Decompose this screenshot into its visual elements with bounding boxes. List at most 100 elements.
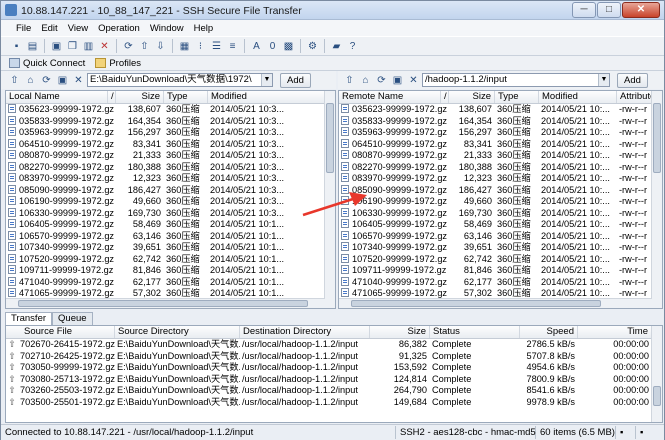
local-add-button[interactable]: Add — [280, 72, 311, 88]
col-size[interactable]: Size — [449, 91, 495, 103]
local-file-row[interactable]: 106190-99999-1972.gz 49,660 360压缩 2014/05/2… — [6, 196, 335, 208]
local-file-row[interactable]: 083970-99999-1972.gz 12,323 360压缩 2014/05/2… — [6, 173, 335, 185]
scroll-thumb[interactable] — [326, 103, 334, 173]
save-icon[interactable]: ▪ — [9, 39, 24, 54]
view-list-icon[interactable]: ☰ — [209, 39, 224, 54]
remote-file-row[interactable]: 083970-99999-1972.gz 12,323 360压缩 2014/05/2… — [339, 173, 662, 185]
remote-vertical-scrollbar[interactable] — [651, 91, 662, 308]
maximize-button[interactable]: □ — [597, 2, 621, 18]
col-type[interactable]: Type — [164, 91, 208, 103]
menu-edit[interactable]: Edit — [40, 23, 58, 34]
view-large-icon[interactable]: ▦ — [177, 39, 192, 54]
local-file-row[interactable]: 106330-99999-1972.gz 169,730 360压缩 2014/05/… — [6, 207, 335, 220]
binary-mode-icon[interactable]: 0 — [265, 39, 280, 54]
queue-row[interactable]: ⇧ 703500-25501-1972.gz E:\BaiduYunDownload… — [6, 397, 662, 409]
scroll-thumb[interactable] — [653, 103, 661, 173]
view-details-icon[interactable]: ≡ — [225, 39, 240, 54]
col-modified[interactable]: Modified — [208, 91, 325, 103]
remote-file-row[interactable]: 064510-99999-1972.gz 83,341 360压缩 2014/05/2… — [339, 138, 662, 151]
remote-add-button[interactable]: Add — [617, 72, 648, 88]
col-size[interactable]: Size — [116, 91, 164, 103]
local-horizontal-scrollbar[interactable] — [6, 298, 325, 308]
remote-file-row[interactable]: 106405-99999-1972.gz 58,469 360压缩 2014/05/2… — [339, 219, 662, 231]
remote-file-row[interactable]: 109711-99999-1972.gz 81,846 360压缩 2014/05/2… — [339, 265, 662, 277]
remote-file-row[interactable]: 035623-99999-1972.gz 138,607 360压缩 2014/05/… — [339, 104, 662, 116]
col-time[interactable]: Time — [578, 326, 652, 338]
queue-row[interactable]: ⇧ 702670-26415-1972.gz E:\BaiduYunDownload… — [6, 339, 662, 351]
local-path-input[interactable]: E:\BaiduYunDownload\天气数据\1972\ ▼ — [87, 73, 273, 87]
delete-icon[interactable]: ✕ — [97, 39, 112, 54]
scroll-thumb[interactable] — [351, 300, 601, 307]
remote-file-row[interactable]: 082270-99999-1972.gz 180,388 360压缩 2014/05/… — [339, 161, 662, 174]
menu-window[interactable]: Window — [149, 23, 185, 34]
local-file-row[interactable]: 106405-99999-1972.gz 58,469 360压缩 2014/05/2… — [6, 219, 335, 231]
col-remote-name[interactable]: Remote Name — [339, 91, 441, 103]
remote-file-row[interactable]: 106330-99999-1972.gz 169,730 360压缩 2014/05/… — [339, 207, 662, 220]
remote-file-row[interactable]: 035963-99999-1972.gz 156,297 360压缩 2014/05/… — [339, 127, 662, 139]
local-file-row[interactable]: 064510-99999-1972.gz 83,341 360压缩 2014/05/2… — [6, 138, 335, 151]
minimize-button[interactable]: ─ — [572, 2, 596, 18]
help-icon[interactable]: ? — [345, 39, 360, 54]
queue-row[interactable]: ⇧ 702710-26425-1972.gz E:\BaiduYunDownload… — [6, 351, 662, 363]
ascii-mode-icon[interactable]: A — [249, 39, 264, 54]
upload-icon[interactable]: ⇧ — [137, 39, 152, 54]
remote-file-row[interactable]: 471040-99999-1972.gz 62,177 360压缩 2014/05/2… — [339, 276, 662, 289]
local-file-row[interactable]: 035963-99999-1972.gz 156,297 360压缩 2014/05/… — [6, 127, 335, 139]
local-refresh-icon[interactable]: ⟳ — [39, 73, 54, 88]
remote-file-row[interactable]: 107520-99999-1972.gz 62,742 360压缩 2014/05/2… — [339, 253, 662, 266]
remote-file-pane[interactable]: Remote Name / Size Type Modified Attribu… — [338, 90, 663, 309]
local-file-row[interactable]: 035623-99999-1972.gz 138,607 360压缩 2014/05/… — [6, 104, 335, 116]
col-destination-directory[interactable]: Destination Directory — [240, 326, 370, 338]
col-sort-indicator[interactable]: / — [441, 91, 449, 103]
menu-operation[interactable]: Operation — [97, 23, 141, 34]
auto-mode-icon[interactable]: ▩ — [281, 39, 296, 54]
view-small-icon[interactable]: ⁝ — [193, 39, 208, 54]
local-file-row[interactable]: 035833-99999-1972.gz 164,354 360压缩 2014/05/… — [6, 115, 335, 128]
scroll-thumb[interactable] — [18, 300, 308, 307]
settings-icon[interactable]: ⚙ — [305, 39, 320, 54]
col-modified[interactable]: Modified — [539, 91, 617, 103]
copy-icon[interactable]: ❐ — [65, 39, 80, 54]
queue-row[interactable]: ⇧ 703080-25713-1972.gz E:\BaiduYunDownload… — [6, 374, 662, 386]
col-local-name[interactable]: Local Name — [6, 91, 108, 103]
local-up-icon[interactable]: ⇧ — [7, 73, 22, 88]
remote-path-input[interactable]: /hadoop-1.1.2/input ▼ — [422, 73, 610, 87]
remote-home-icon[interactable]: ⌂ — [358, 73, 373, 88]
remote-file-row[interactable]: 106570-99999-1972.gz 63,146 360压缩 2014/05/2… — [339, 230, 662, 243]
local-vertical-scrollbar[interactable] — [324, 91, 335, 308]
local-file-row[interactable]: 106570-99999-1972.gz 63,146 360压缩 2014/05/2… — [6, 230, 335, 243]
col-attribute[interactable]: Attribute — [617, 91, 653, 103]
terminal-icon[interactable]: ▰ — [329, 39, 344, 54]
remote-file-row[interactable]: 035833-99999-1972.gz 164,354 360压缩 2014/05/… — [339, 115, 662, 128]
refresh-icon[interactable]: ⟳ — [121, 39, 136, 54]
scroll-thumb[interactable] — [653, 386, 661, 406]
col-size[interactable]: Size — [370, 326, 430, 338]
chevron-down-icon[interactable]: ▼ — [261, 74, 272, 86]
local-file-pane[interactable]: Local Name / Size Type Modified 035623-9… — [5, 90, 336, 309]
queue-row[interactable]: ⇧ 703260-25503-1972.gz E:\BaiduYunDownload… — [6, 385, 662, 397]
remote-delete-icon[interactable]: ✕ — [406, 73, 421, 88]
menu-help[interactable]: Help — [193, 23, 215, 34]
col-sort-indicator[interactable]: / — [108, 91, 116, 103]
local-file-row[interactable]: 080870-99999-1972.gz 21,333 360压缩 2014/05/2… — [6, 150, 335, 162]
queue-row[interactable]: ⇧ 703050-99999-1972.gz E:\BaiduYunDownload… — [6, 362, 662, 374]
title-bar[interactable]: 10.88.147.221 - 10_88_147_221 - SSH Secu… — [1, 1, 664, 20]
print-icon[interactable]: ▤ — [25, 39, 40, 54]
remote-horizontal-scrollbar[interactable] — [339, 298, 652, 308]
remote-file-row[interactable]: 085090-99999-1972.gz 186,427 360压缩 2014/05/… — [339, 184, 662, 197]
transfer-queue[interactable]: Source File Source Directory Destination… — [5, 325, 663, 423]
remote-new-folder-icon[interactable]: ▣ — [390, 73, 405, 88]
local-file-row[interactable]: 471040-99999-1972.gz 62,177 360压缩 2014/05/2… — [6, 276, 335, 289]
queue-vertical-scrollbar[interactable] — [651, 326, 662, 422]
remote-file-row[interactable]: 080870-99999-1972.gz 21,333 360压缩 2014/05/2… — [339, 150, 662, 162]
menu-file[interactable]: File — [15, 23, 32, 34]
local-file-row[interactable]: 109711-99999-1972.gz 81,846 360压缩 2014/05/2… — [6, 265, 335, 277]
chevron-down-icon[interactable]: ▼ — [598, 74, 609, 86]
local-file-row[interactable]: 085090-99999-1972.gz 186,427 360压缩 2014/05/… — [6, 184, 335, 197]
remote-refresh-icon[interactable]: ⟳ — [374, 73, 389, 88]
tab-queue[interactable]: Queue — [52, 312, 93, 325]
col-status[interactable]: Status — [430, 326, 520, 338]
new-folder-icon[interactable]: ▣ — [49, 39, 64, 54]
local-file-row[interactable]: 082270-99999-1972.gz 180,388 360压缩 2014/05/… — [6, 161, 335, 174]
col-type[interactable]: Type — [495, 91, 539, 103]
